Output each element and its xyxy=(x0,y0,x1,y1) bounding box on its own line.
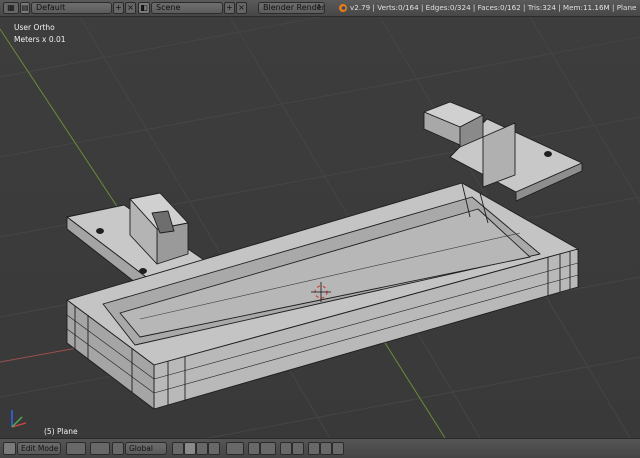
vertex-select-icon[interactable] xyxy=(172,442,184,455)
right-hole xyxy=(544,151,552,157)
viewport-header: Edit Mode Global xyxy=(0,438,640,458)
view-label: User Ortho xyxy=(14,23,55,32)
viewport-shading-icon[interactable] xyxy=(66,442,86,455)
add-scene-button[interactable]: + xyxy=(224,2,235,14)
delete-layout-button[interactable]: × xyxy=(125,2,136,14)
mode-label: Edit Mode xyxy=(21,444,59,453)
face-select-icon[interactable] xyxy=(196,442,208,455)
dropdown-arrow-icon: ⇕ xyxy=(316,3,322,11)
layout-field[interactable]: Default xyxy=(31,2,112,14)
layout-browse-icon[interactable]: ▤ xyxy=(20,2,30,14)
render-engine-dropdown[interactable]: Blender Render xyxy=(258,2,325,14)
edge-select-icon[interactable] xyxy=(184,442,196,455)
mesh-plane[interactable] xyxy=(66,101,583,410)
3d-viewport[interactable]: User Ortho Meters x 0.01 (5) Plane xyxy=(0,17,640,438)
orientation-label: Global xyxy=(129,444,153,453)
add-layout-button[interactable]: + xyxy=(113,2,124,14)
snap-align-icon[interactable] xyxy=(292,442,304,455)
delete-scene-button[interactable]: × xyxy=(236,2,247,14)
render-animation-icon[interactable] xyxy=(320,442,332,455)
pivot-point-icon[interactable] xyxy=(90,442,110,455)
left-hole-2 xyxy=(139,268,147,274)
scene-stats: v2.79 | Verts:0/164 | Edges:0/324 | Face… xyxy=(350,3,637,12)
units-label: Meters x 0.01 xyxy=(14,35,66,44)
editor-type-3d-icon[interactable] xyxy=(3,442,16,455)
manipulator-icon[interactable] xyxy=(112,442,124,455)
top-header: ▦ ▤ Default + × ◧ Scene + × Blender Rend… xyxy=(0,0,640,17)
left-hole xyxy=(96,228,104,234)
orientation-dropdown[interactable]: Global xyxy=(125,442,167,455)
render-preview-icon[interactable] xyxy=(308,442,320,455)
blender-logo-icon xyxy=(339,4,347,12)
extra-options-icon[interactable] xyxy=(332,442,344,455)
viewport-canvas[interactable] xyxy=(0,17,640,438)
axis-gizmo-icon xyxy=(11,410,27,428)
snap-target-icon[interactable] xyxy=(280,442,292,455)
y-axis-line-lower xyxy=(379,334,446,438)
proportional-edit-icon[interactable] xyxy=(226,442,244,455)
snap-toggle-icon[interactable] xyxy=(248,442,260,455)
mode-dropdown[interactable]: Edit Mode xyxy=(17,442,61,455)
editor-type-icon[interactable]: ▦ xyxy=(3,2,19,14)
snap-element-icon[interactable] xyxy=(260,442,276,455)
object-label: (5) Plane xyxy=(44,427,78,436)
scene-field[interactable]: Scene xyxy=(151,2,223,14)
scene-browse-icon[interactable]: ◧ xyxy=(138,2,150,14)
limit-selection-icon[interactable] xyxy=(208,442,220,455)
